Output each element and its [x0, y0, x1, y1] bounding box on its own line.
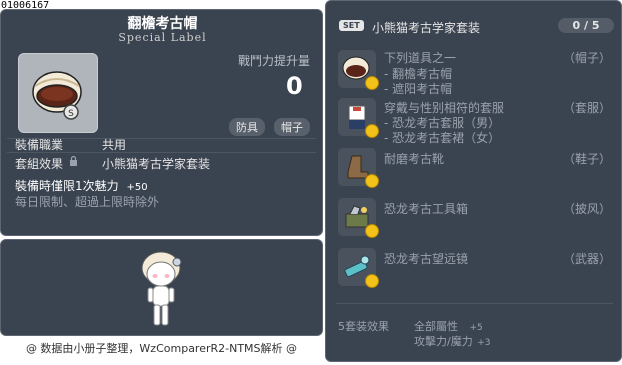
item-info-panel: 翻檐考古帽 Special Label S 戰鬥力提升量 0 防具 帽子 裝備職… [0, 9, 323, 236]
set-effect-2: 攻擊力/魔力 +3 [414, 333, 491, 349]
equip-limit-text: 裝備時僅限1次魅力 [15, 179, 119, 193]
item-name: 翻檐考古帽 [127, 16, 198, 32]
set-item-sub: - 恐龙考古套裙（女） [384, 131, 501, 145]
avatar [141, 251, 182, 326]
avatar-preview-panel [0, 239, 323, 336]
set-item-slot-cape[interactable] [338, 198, 379, 238]
hat-icon: S [32, 71, 82, 120]
equip-limit: 裝備時僅限1次魅力 +50 [15, 177, 148, 194]
coin-icon [365, 174, 379, 188]
set-item-slot-label: （套服） [563, 101, 612, 115]
set-effect-name: 攻擊力/魔力 [414, 335, 473, 348]
equip-limit-value: +50 [126, 182, 148, 193]
set-effect-label: 5套装效果 [338, 320, 389, 333]
power-value: 0 [286, 72, 303, 100]
set-item-slot-hat[interactable] [338, 50, 379, 90]
set-item-name: 下列道具之一 [384, 51, 457, 65]
set-item-name: 恐龙考古工具箱 [384, 202, 469, 216]
set-item-slot-label: （鞋子） [563, 152, 612, 166]
set-item-sub: - 遮阳考古帽 [384, 82, 453, 96]
set-item-slot-label: （披风） [563, 202, 612, 216]
set-item-slot-outfit[interactable] [338, 98, 379, 138]
lock-icon [70, 156, 77, 166]
set-item-slot-boots[interactable] [338, 148, 379, 188]
set-effect-value: +5 [469, 323, 483, 333]
set-item-slot-label: （帽子） [563, 51, 612, 65]
set-panel: SET 小熊猫考古学家套装 0 / 5 下列道具之一 （帽子） - 翻檐考古帽 … [325, 0, 622, 362]
set-label: 套組效果 [15, 157, 64, 171]
item-icon-frame: S [18, 53, 98, 133]
svg-text:S: S [68, 109, 74, 119]
coin-icon [365, 76, 379, 90]
set-title: 小熊猫考古学家套装 [372, 21, 481, 35]
job-label: 裝備職業 [15, 138, 64, 152]
set-item-slot-label: （武器） [563, 252, 612, 266]
set-item-name: 耐磨考古靴 [384, 152, 445, 166]
set-effect-name: 全部屬性 [414, 320, 458, 333]
set-count: 0 / 5 [558, 18, 614, 33]
set-effect-1: 全部屬性 +5 [414, 318, 483, 334]
set-value: 小熊猫考古学家套装 [102, 157, 211, 171]
job-value: 共用 [102, 138, 127, 152]
credit-footer: @ 数据由小册子整理，WzComparerR2-NTMS解析 @ [25, 342, 298, 355]
coin-icon [365, 124, 379, 138]
tag-armor: 防具 [229, 118, 265, 136]
set-item-name: 恐龙考古望远镜 [384, 252, 469, 266]
set-effect-value: +3 [477, 338, 491, 348]
coin-icon [365, 274, 379, 288]
coin-icon [365, 224, 379, 238]
special-label: Special Label [118, 31, 207, 44]
daily-note: 每日限制、超過上限時除外 [15, 195, 160, 209]
tag-hat: 帽子 [274, 118, 310, 136]
set-badge: SET [339, 20, 364, 31]
set-item-slot-weapon[interactable] [338, 248, 379, 288]
power-label: 戰鬥力提升量 [238, 54, 311, 68]
